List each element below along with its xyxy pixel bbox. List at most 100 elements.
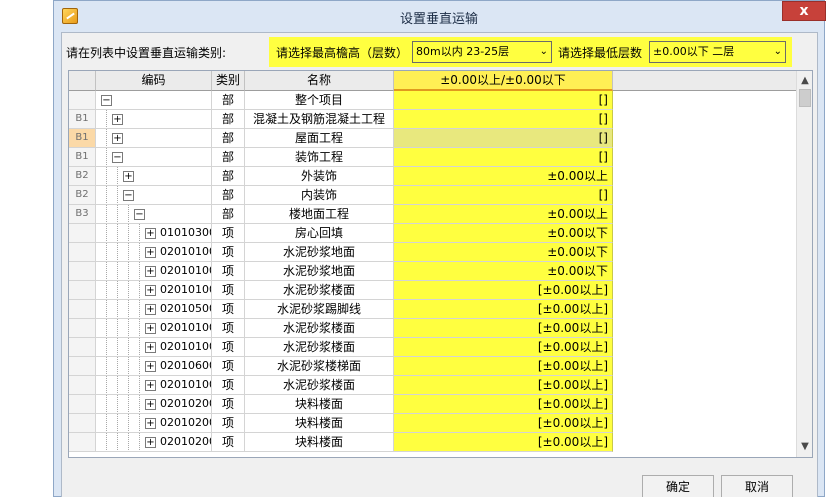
row-value[interactable]: [] <box>394 186 613 205</box>
expand-icon[interactable]: + <box>145 228 156 239</box>
table-row[interactable]: +02010100 项水泥砂浆楼面 [±0.00以上] <box>69 338 796 357</box>
scroll-up-icon[interactable]: ▲ <box>797 73 812 89</box>
row-code-cell[interactable]: − <box>96 91 212 110</box>
row-type[interactable]: 部 <box>212 186 245 205</box>
row-code-cell[interactable]: + <box>96 110 212 129</box>
header-code[interactable]: 编码 <box>96 71 212 91</box>
row-code-cell[interactable]: +02010500 <box>96 300 212 319</box>
row-value[interactable]: ±0.00以上 <box>394 167 613 186</box>
row-type[interactable]: 项 <box>212 414 245 433</box>
row-code-cell[interactable]: +02010200 <box>96 433 212 452</box>
row-name[interactable]: 内装饰 <box>245 186 394 205</box>
row-code-cell[interactable]: − <box>96 205 212 224</box>
row-value[interactable]: [±0.00以上] <box>394 338 613 357</box>
row-value[interactable]: [] <box>394 91 613 110</box>
expand-icon[interactable]: + <box>145 399 156 410</box>
row-code-cell[interactable]: +02010100 <box>96 376 212 395</box>
row-code-cell[interactable]: + <box>96 167 212 186</box>
expand-icon[interactable]: + <box>145 304 156 315</box>
ok-button[interactable]: 确定 <box>642 475 714 497</box>
row-code-cell[interactable]: +02010600 <box>96 357 212 376</box>
table-row[interactable]: B2 + 部外装饰 ±0.00以上 <box>69 167 796 186</box>
row-type[interactable]: 项 <box>212 262 245 281</box>
table-row[interactable]: +02010500 项水泥砂浆踢脚线 [±0.00以上] <box>69 300 796 319</box>
table-row[interactable]: B1 + 部屋面工程[] <box>69 129 796 148</box>
row-type[interactable]: 项 <box>212 433 245 452</box>
row-value[interactable]: [±0.00以上] <box>394 433 613 452</box>
scroll-down-icon[interactable]: ▼ <box>797 439 812 455</box>
row-value[interactable]: [±0.00以上] <box>394 376 613 395</box>
row-value[interactable]: [] <box>394 110 613 129</box>
row-name[interactable]: 水泥砂浆楼面 <box>245 376 394 395</box>
row-name[interactable]: 外装饰 <box>245 167 394 186</box>
table-row[interactable]: +02010100 项水泥砂浆楼面 [±0.00以上] <box>69 281 796 300</box>
table-row[interactable]: +02010100 项水泥砂浆楼面 [±0.00以上] <box>69 319 796 338</box>
row-name[interactable]: 楼地面工程 <box>245 205 394 224</box>
table-row[interactable]: +02010100 项水泥砂浆楼面 [±0.00以上] <box>69 376 796 395</box>
header-name[interactable]: 名称 <box>245 71 394 91</box>
row-type[interactable]: 项 <box>212 357 245 376</box>
row-type[interactable]: 项 <box>212 224 245 243</box>
header-value[interactable]: ±0.00以上/±0.00以下 <box>394 71 613 91</box>
eave-height-select[interactable]: 80m以内 23-25层 ⌄ <box>412 41 552 63</box>
row-code-cell[interactable]: +02010200 <box>96 414 212 433</box>
row-value[interactable]: [±0.00以上] <box>394 300 613 319</box>
row-value[interactable]: [] <box>394 129 613 148</box>
row-name[interactable]: 水泥砂浆地面 <box>245 243 394 262</box>
row-code-cell[interactable]: +02010100 <box>96 243 212 262</box>
close-button[interactable]: x <box>782 1 826 21</box>
row-value[interactable]: [] <box>394 148 613 167</box>
row-type[interactable]: 部 <box>212 167 245 186</box>
row-value[interactable]: [±0.00以上] <box>394 281 613 300</box>
row-type[interactable]: 部 <box>212 205 245 224</box>
row-code-cell[interactable]: +02010100 <box>96 338 212 357</box>
row-name[interactable]: 装饰工程 <box>245 148 394 167</box>
collapse-icon[interactable]: − <box>134 209 145 220</box>
row-name[interactable]: 房心回填 <box>245 224 394 243</box>
row-code-cell[interactable]: + <box>96 129 212 148</box>
expand-icon[interactable]: + <box>145 247 156 258</box>
row-name[interactable]: 水泥砂浆地面 <box>245 262 394 281</box>
row-name[interactable]: 水泥砂浆楼面 <box>245 319 394 338</box>
table-row[interactable]: +02010200 项块料楼面 [±0.00以上] <box>69 414 796 433</box>
row-type[interactable]: 项 <box>212 319 245 338</box>
collapse-icon[interactable]: − <box>112 152 123 163</box>
row-type[interactable]: 部 <box>212 148 245 167</box>
table-row[interactable]: − 部整个项目[] <box>69 91 796 110</box>
expand-icon[interactable]: + <box>145 437 156 448</box>
expand-icon[interactable]: + <box>145 418 156 429</box>
expand-icon[interactable]: + <box>123 171 134 182</box>
header-type[interactable]: 类别 <box>212 71 245 91</box>
scroll-thumb[interactable] <box>799 89 811 107</box>
row-value[interactable]: ±0.00以下 <box>394 224 613 243</box>
row-type[interactable]: 部 <box>212 129 245 148</box>
table-row[interactable]: B3 − 部楼地面工程 ±0.00以上 <box>69 205 796 224</box>
min-floor-select[interactable]: ±0.00以下 二层 ⌄ <box>649 41 786 63</box>
row-type[interactable]: 项 <box>212 300 245 319</box>
row-type[interactable]: 项 <box>212 395 245 414</box>
expand-icon[interactable]: + <box>145 361 156 372</box>
expand-icon[interactable]: + <box>112 114 123 125</box>
row-name[interactable]: 块料楼面 <box>245 414 394 433</box>
table-row[interactable]: +02010100 项水泥砂浆地面 ±0.00以下 <box>69 243 796 262</box>
table-row[interactable]: B1 − 部装饰工程[] <box>69 148 796 167</box>
row-code-cell[interactable]: +01010300 <box>96 224 212 243</box>
row-code-cell[interactable]: +02010100 <box>96 319 212 338</box>
collapse-icon[interactable]: − <box>101 95 112 106</box>
row-type[interactable]: 部 <box>212 110 245 129</box>
row-value[interactable]: ±0.00以下 <box>394 262 613 281</box>
expand-icon[interactable]: + <box>112 133 123 144</box>
row-value[interactable]: ±0.00以上 <box>394 205 613 224</box>
row-name[interactable]: 块料楼面 <box>245 395 394 414</box>
row-type[interactable]: 项 <box>212 281 245 300</box>
row-name[interactable]: 水泥砂浆踢脚线 <box>245 300 394 319</box>
table-row[interactable]: B1 + 部混凝土及钢筋混凝土工程[] <box>69 110 796 129</box>
collapse-icon[interactable]: − <box>123 190 134 201</box>
row-type[interactable]: 部 <box>212 91 245 110</box>
row-name[interactable]: 块料楼面 <box>245 433 394 452</box>
expand-icon[interactable]: + <box>145 285 156 296</box>
expand-icon[interactable]: + <box>145 323 156 334</box>
row-value[interactable]: [±0.00以上] <box>394 414 613 433</box>
expand-icon[interactable]: + <box>145 380 156 391</box>
cancel-button[interactable]: 取消 <box>721 475 793 497</box>
